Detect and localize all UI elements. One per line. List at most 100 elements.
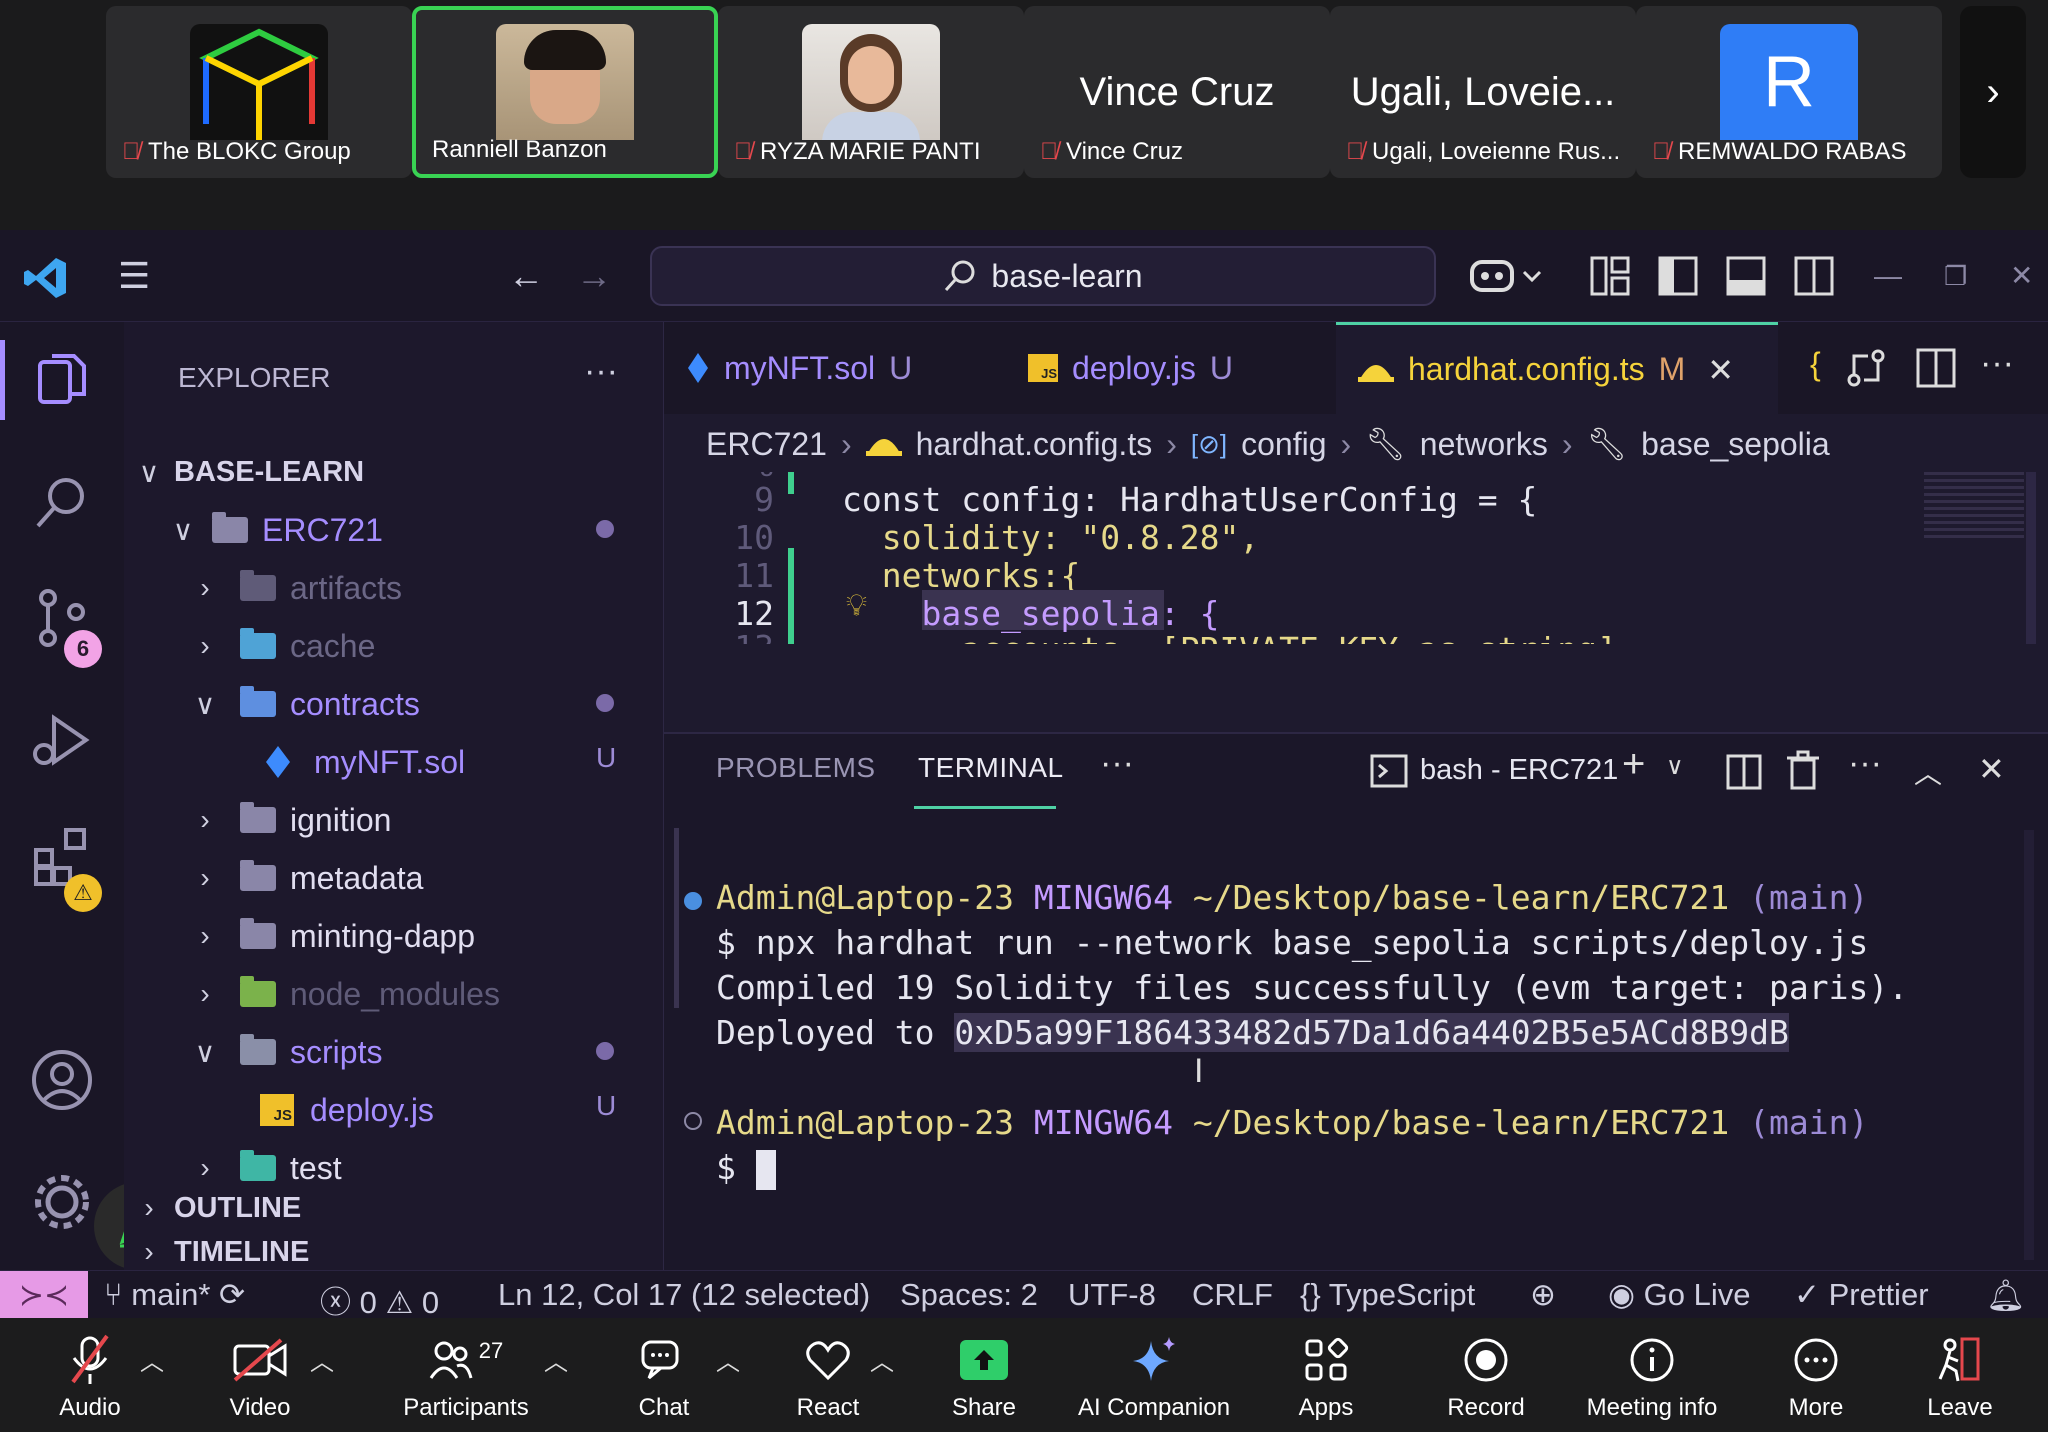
tab-deploy-js[interactable]: JS deploy.js U: [1006, 322, 1306, 414]
participant-tile[interactable]: 🎙̸ RYZA MARIE PANTI: [718, 6, 1024, 178]
tab-hardhat-config[interactable]: hardhat.config.ts M ✕: [1336, 322, 1778, 414]
breadcrumb-item[interactable]: networks: [1420, 426, 1548, 463]
copilot-icon[interactable]: [1468, 252, 1548, 300]
line-number: 10: [734, 518, 774, 557]
branch-status[interactable]: ⑂ main* ⟳: [104, 1277, 245, 1313]
close-tab-icon[interactable]: ✕: [1707, 351, 1734, 389]
participants-options-caret[interactable]: ︿: [544, 1342, 568, 1377]
terminal-output[interactable]: Admin@Laptop-23 MINGW64 ~/Desktop/base-l…: [716, 830, 1908, 1190]
restore-button[interactable]: ❐: [1944, 256, 1967, 296]
problems-status[interactable]: ⓧ 0 ⚠ 0: [320, 1277, 439, 1322]
panel-more-button[interactable]: ···: [1100, 744, 1134, 783]
scrollbar[interactable]: [2026, 472, 2036, 644]
settings-gear-icon[interactable]: [28, 1168, 96, 1236]
remote-indicator-icon[interactable]: ≻≺: [0, 1271, 88, 1319]
leave-button[interactable]: Leave: [1890, 1332, 2030, 1422]
tree-item-cache[interactable]: › cache: [190, 618, 375, 674]
participant-tile[interactable]: Ugali, Loveie... 🎙̸ Ugali, Loveienne Rus.…: [1330, 6, 1636, 178]
workspace-root[interactable]: ∨ BASE-LEARN: [134, 444, 364, 500]
audio-options-caret[interactable]: ︿: [140, 1342, 164, 1377]
search-icon[interactable]: [28, 468, 96, 536]
code-editor[interactable]: 8 9 10 11 12 13 💡︎ const config: Hardhat…: [664, 472, 2048, 644]
terminal-scrollbar[interactable]: [2024, 830, 2034, 1260]
tab-mynft-sol[interactable]: myNFT.sol U: [664, 322, 980, 414]
go-live[interactable]: ◉ Go Live: [1608, 1277, 1751, 1313]
minimap[interactable]: [1924, 472, 2024, 542]
participants-button[interactable]: 27 Participants: [376, 1332, 556, 1422]
more-button[interactable]: More: [1726, 1332, 1906, 1422]
tree-item-artifacts[interactable]: › artifacts: [190, 560, 402, 616]
toggle-panel-icon[interactable]: [1724, 254, 1768, 298]
run-debug-icon[interactable]: [28, 706, 96, 774]
react-options-caret[interactable]: ︿: [870, 1342, 894, 1377]
tree-item-minting-dapp[interactable]: › minting-dapp: [190, 908, 475, 964]
maximize-panel-icon[interactable]: ︿: [1914, 752, 1942, 792]
open-changes-icon[interactable]: {: [1810, 346, 1821, 383]
minimize-button[interactable]: —: [1874, 256, 1902, 296]
tree-item-deploy-js[interactable]: JS deploy.js: [260, 1082, 434, 1138]
muted-mic-icon: 🎙̸: [1346, 138, 1364, 165]
meeting-info-button[interactable]: Meeting info: [1562, 1332, 1742, 1422]
new-terminal-icon[interactable]: +: [1622, 742, 1645, 787]
language-mode[interactable]: {} TypeScript: [1300, 1277, 1475, 1313]
cursor-position[interactable]: Ln 12, Col 17 (12 selected): [498, 1277, 870, 1313]
tree-item-erc721[interactable]: ∨ ERC721: [168, 502, 383, 558]
breadcrumb-item[interactable]: ERC721: [706, 426, 827, 463]
editor-more-button[interactable]: ···: [1980, 344, 2014, 383]
terminal-name[interactable]: bash - ERC721: [1420, 754, 1618, 787]
deployed-address[interactable]: 0xD5a99F186433482d57Da1d6a4402B5e5ACd8B9…: [954, 1013, 1789, 1052]
chevron-down-icon: ∨: [172, 514, 194, 546]
tree-item-node-modules[interactable]: › node_modules: [190, 966, 500, 1022]
participant-tile[interactable]: 🎙̸ The BLOKC Group: [106, 6, 412, 178]
trash-icon[interactable]: [1784, 750, 1822, 792]
explorer-more-button[interactable]: ···: [584, 352, 618, 391]
indentation[interactable]: Spaces: 2: [900, 1277, 1038, 1313]
account-icon[interactable]: [28, 1046, 96, 1114]
participant-display-name: Ugali, Loveie...: [1350, 70, 1616, 114]
prettier-status[interactable]: ✓ Prettier: [1794, 1277, 1929, 1313]
menu-icon[interactable]: ☰: [118, 256, 150, 296]
tree-item-contracts[interactable]: ∨ contracts: [190, 676, 420, 732]
tree-item-mynft-sol[interactable]: myNFT.sol: [264, 734, 465, 790]
chat-options-caret[interactable]: ︿: [716, 1342, 740, 1377]
tree-item-metadata[interactable]: › metadata: [190, 850, 423, 906]
forward-arrow-icon[interactable]: →: [576, 256, 612, 296]
explorer-icon[interactable]: [28, 346, 96, 414]
chevron-down-icon[interactable]: ∨: [1666, 752, 1684, 781]
next-page-button[interactable]: ›: [1960, 6, 2026, 178]
compare-changes-icon[interactable]: [1844, 346, 1888, 390]
tab-terminal[interactable]: TERMINAL: [918, 752, 1064, 784]
close-panel-icon[interactable]: ✕: [1978, 750, 2005, 788]
search-icon: [945, 260, 975, 292]
back-arrow-icon[interactable]: ←: [508, 256, 544, 296]
split-terminal-icon[interactable]: [1724, 752, 1764, 792]
split-editor-icon[interactable]: [1914, 346, 1958, 390]
participant-tile[interactable]: R 🎙̸ REMWALDO RABAS: [1636, 6, 1942, 178]
customize-layout-icon[interactable]: [1588, 254, 1632, 298]
record-button[interactable]: Record: [1396, 1332, 1576, 1422]
tree-item-scripts[interactable]: ∨ scripts: [190, 1024, 383, 1080]
tab-problems[interactable]: PROBLEMS: [716, 752, 876, 784]
terminal-more-button[interactable]: ···: [1848, 744, 1882, 783]
command-center-search[interactable]: base-learn: [650, 246, 1436, 306]
toggle-secondary-sidebar-icon[interactable]: [1792, 254, 1836, 298]
line-ending[interactable]: CRLF: [1192, 1277, 1273, 1313]
share-screen-icon: [960, 1340, 1008, 1380]
share-button[interactable]: Share: [894, 1332, 1074, 1422]
breadcrumb-item[interactable]: hardhat.config.ts: [916, 426, 1153, 463]
toggle-sidebar-icon[interactable]: [1656, 254, 1700, 298]
ai-companion-button[interactable]: AI Companion: [1064, 1332, 1244, 1422]
breadcrumb-item[interactable]: base_sepolia: [1641, 426, 1830, 463]
tree-item-ignition[interactable]: › ignition: [190, 792, 391, 848]
tree-item-label: node_modules: [290, 975, 500, 1012]
participant-tile-active[interactable]: Ranniell Banzon: [412, 6, 718, 178]
apps-button[interactable]: Apps: [1236, 1332, 1416, 1422]
active-tab-underline: [914, 806, 1056, 809]
breadcrumb-item[interactable]: config: [1241, 426, 1326, 463]
close-window-button[interactable]: ✕: [2010, 256, 2033, 296]
video-options-caret[interactable]: ︿: [310, 1342, 334, 1377]
copilot-status-icon[interactable]: ⊕: [1530, 1277, 1556, 1313]
notifications-bell-icon[interactable]: 🔔︎: [1986, 1277, 2025, 1314]
encoding[interactable]: UTF-8: [1068, 1277, 1156, 1313]
participant-tile[interactable]: Vince Cruz 🎙̸ Vince Cruz: [1024, 6, 1330, 178]
